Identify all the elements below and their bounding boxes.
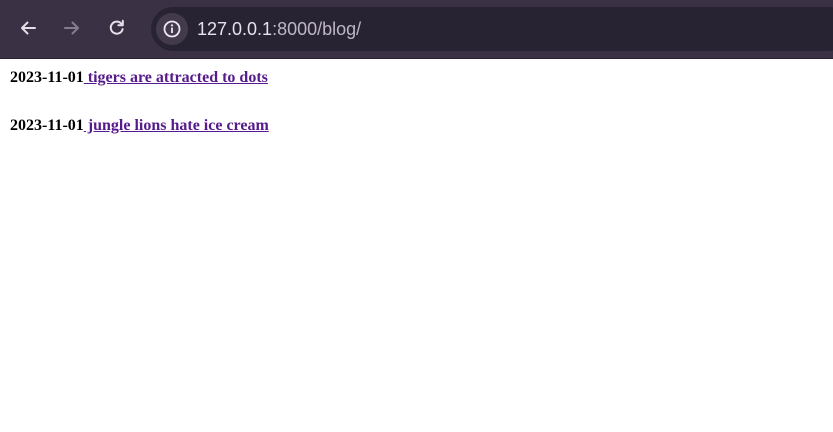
- info-icon: [163, 20, 181, 38]
- arrow-left-icon: [21, 21, 36, 35]
- back-button[interactable]: [13, 13, 43, 43]
- list-item: 2023-11-01 tigers are attracted to dots: [10, 69, 269, 87]
- url-text: 127.0.0.1:8000/blog/: [197, 18, 361, 40]
- site-info-button[interactable]: [156, 13, 188, 45]
- url-path: :8000/blog/: [272, 19, 362, 39]
- arrow-right-icon: [64, 21, 79, 35]
- post-date: 2023-11-01: [10, 69, 84, 86]
- reload-button[interactable]: [102, 13, 132, 43]
- url-host: 127.0.0.1: [197, 19, 273, 39]
- forward-button[interactable]: [57, 13, 87, 43]
- reload-icon: [109, 19, 124, 35]
- post-date: 2023-11-01: [10, 117, 84, 134]
- post-title-link[interactable]: jungle lions hate ice cream: [84, 117, 269, 134]
- blog-post-list: 2023-11-01 tigers are attracted to dots …: [10, 69, 269, 165]
- browser-toolbar: 127.0.0.1:8000/blog/: [0, 0, 833, 58]
- post-title-link[interactable]: tigers are attracted to dots: [84, 69, 268, 86]
- list-item: 2023-11-01 jungle lions hate ice cream: [10, 117, 269, 135]
- toolbar-divider: [0, 58, 833, 59]
- address-bar[interactable]: 127.0.0.1:8000/blog/: [151, 7, 833, 51]
